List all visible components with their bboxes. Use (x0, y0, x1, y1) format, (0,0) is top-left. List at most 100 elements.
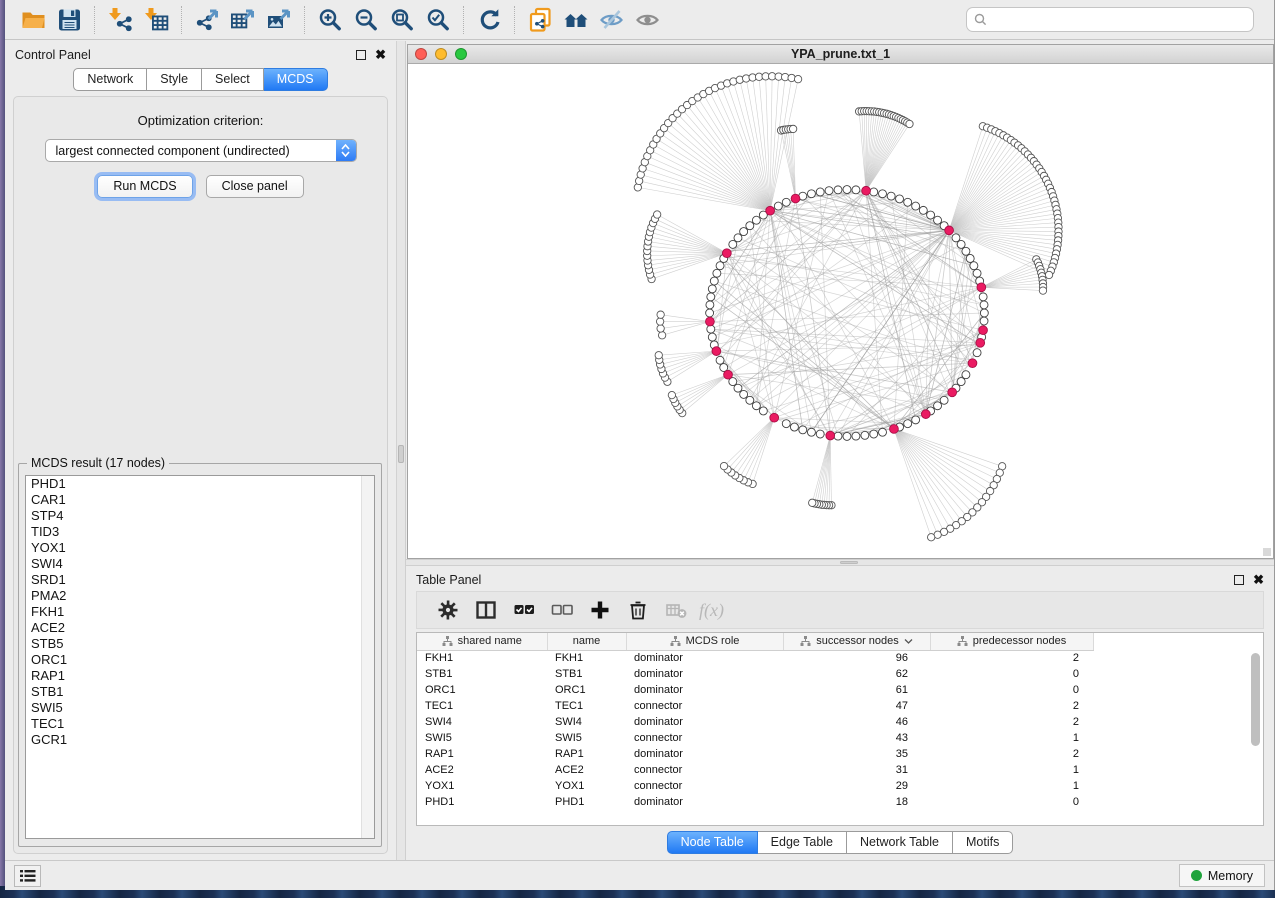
mcds-result-item[interactable]: STB1 (26, 684, 374, 700)
graph-node[interactable] (906, 120, 913, 127)
search-input[interactable] (992, 13, 1246, 27)
mcds-result-list[interactable]: PHD1CAR1STP4TID3YOX1SWI4SRD1PMA2FKH1ACE2… (25, 475, 375, 839)
graph-node[interactable] (740, 228, 748, 236)
splitter-grip[interactable] (398, 445, 404, 463)
tab-mcds[interactable]: MCDS (264, 68, 328, 91)
mcds-result-item[interactable]: ACE2 (26, 620, 374, 636)
dominator-node[interactable] (791, 194, 800, 203)
dominator-node[interactable] (945, 226, 954, 235)
graph-node[interactable] (870, 430, 878, 438)
mcds-result-item[interactable]: FKH1 (26, 604, 374, 620)
graph-node[interactable] (861, 431, 869, 439)
float-panel-icon[interactable] (356, 50, 366, 60)
dominator-node[interactable] (862, 186, 871, 195)
export-table-button[interactable] (225, 4, 261, 36)
table-row[interactable]: SWI5SWI5connector431 (417, 730, 1093, 746)
graph-node[interactable] (843, 186, 851, 194)
mcds-result-item[interactable]: TID3 (26, 524, 374, 540)
show-panels-button[interactable] (14, 865, 41, 887)
dominator-node[interactable] (712, 347, 721, 356)
graph-node[interactable] (912, 416, 920, 424)
mcds-result-item[interactable]: STP4 (26, 508, 374, 524)
graph-node[interactable] (870, 188, 878, 196)
graph-node[interactable] (713, 269, 721, 277)
graph-node[interactable] (896, 195, 904, 203)
mcds-result-item[interactable]: SWI4 (26, 556, 374, 572)
graph-node[interactable] (656, 318, 663, 325)
table-row[interactable]: TEC1TEC1connector472 (417, 698, 1093, 714)
graph-node[interactable] (980, 317, 988, 325)
maximize-window-icon[interactable] (455, 48, 467, 60)
dominator-node[interactable] (977, 283, 986, 292)
graph-node[interactable] (807, 190, 815, 198)
minimize-window-icon[interactable] (435, 48, 447, 60)
graph-node[interactable] (746, 222, 754, 230)
tab-edge-table[interactable]: Edge Table (758, 831, 847, 854)
mcds-result-item[interactable]: PHD1 (26, 476, 374, 492)
dominator-node[interactable] (968, 359, 977, 368)
column-header-successor-nodes[interactable]: successor nodes (783, 633, 930, 650)
first-neighbors-button[interactable] (558, 4, 594, 36)
tab-network-table[interactable]: Network Table (847, 831, 953, 854)
graph-node[interactable] (904, 198, 912, 206)
graph-node[interactable] (716, 262, 724, 270)
graph-node[interactable] (809, 499, 816, 506)
dominator-node[interactable] (766, 206, 775, 215)
show-all-button[interactable] (630, 4, 666, 36)
graph-node[interactable] (1039, 287, 1046, 294)
zoom-in-button[interactable] (312, 4, 348, 36)
graph-node[interactable] (734, 234, 742, 242)
table-row[interactable]: PHD1PHD1dominator180 (417, 794, 1093, 810)
graph-node[interactable] (834, 186, 842, 194)
graph-node[interactable] (716, 356, 724, 364)
dominator-node[interactable] (890, 425, 899, 434)
optimization-criterion-select[interactable]: largest connected component (undirected) (45, 139, 357, 162)
table-row[interactable]: STB1STB1dominator620 (417, 666, 1093, 682)
mcds-result-item[interactable]: SRD1 (26, 572, 374, 588)
delete-row-button[interactable] (619, 595, 657, 625)
new-network-from-selection-button[interactable] (522, 4, 558, 36)
graph-node[interactable] (912, 202, 920, 210)
scrollbar-thumb[interactable] (1251, 653, 1260, 746)
graph-node[interactable] (973, 269, 981, 277)
close-panel-icon[interactable]: ✖ (375, 50, 386, 60)
export-image-button[interactable] (261, 4, 297, 36)
graph-node[interactable] (980, 301, 988, 309)
mcds-result-item[interactable]: SWI5 (26, 700, 374, 716)
graph-node[interactable] (752, 402, 760, 410)
network-graph[interactable] (408, 64, 1273, 558)
graph-node[interactable] (979, 293, 987, 301)
delete-table-button[interactable] (657, 595, 695, 625)
network-canvas[interactable] (408, 64, 1273, 558)
graph-node[interactable] (980, 309, 988, 317)
graph-node[interactable] (658, 332, 665, 339)
graph-node[interactable] (706, 301, 714, 309)
graph-node[interactable] (708, 285, 716, 293)
tab-select[interactable]: Select (202, 68, 264, 91)
save-session-button[interactable] (51, 4, 87, 36)
mcds-result-item[interactable]: GCR1 (26, 732, 374, 748)
graph-node[interactable] (668, 391, 675, 398)
graph-node[interactable] (879, 190, 887, 198)
graph-node[interactable] (852, 432, 860, 440)
zoom-out-button[interactable] (348, 4, 384, 36)
dominator-node[interactable] (948, 388, 957, 397)
graph-node[interactable] (962, 371, 970, 379)
dominator-node[interactable] (722, 249, 731, 258)
export-network-button[interactable] (189, 4, 225, 36)
close-window-icon[interactable] (415, 48, 427, 60)
horizontal-splitter[interactable] (406, 559, 1274, 566)
canvas-resize-grip[interactable] (1263, 548, 1271, 556)
graph-node[interactable] (782, 198, 790, 206)
graph-node[interactable] (843, 432, 851, 440)
graph-node[interactable] (957, 240, 965, 248)
graph-node[interactable] (852, 186, 860, 194)
graph-node[interactable] (834, 432, 842, 440)
graph-node[interactable] (1045, 271, 1052, 278)
graph-node[interactable] (952, 234, 960, 242)
float-panel-icon[interactable] (1234, 575, 1244, 585)
tab-node-table[interactable]: Node Table (667, 831, 758, 854)
table-row[interactable]: ACE2ACE2connector311 (417, 762, 1093, 778)
graph-node[interactable] (966, 254, 974, 262)
dominator-node[interactable] (770, 413, 779, 422)
